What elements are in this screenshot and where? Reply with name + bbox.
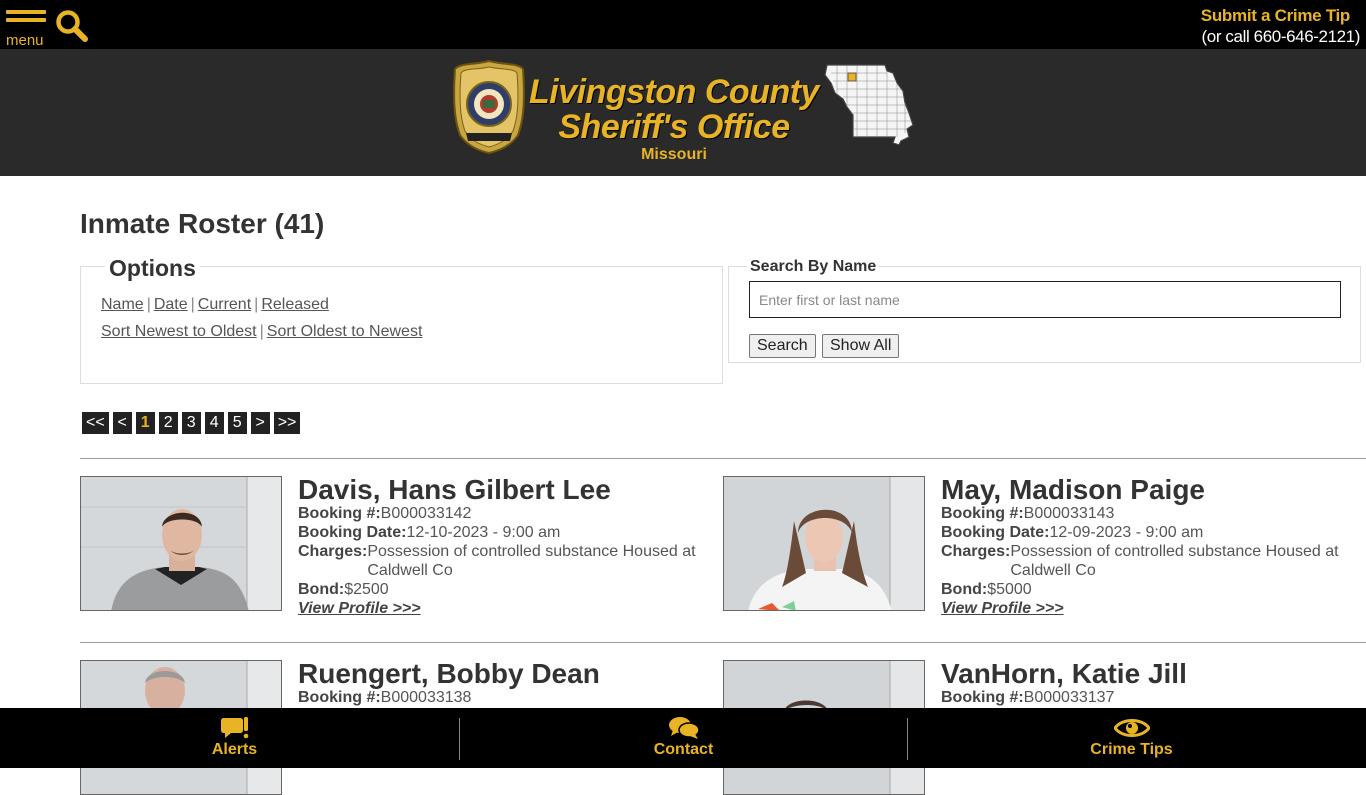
page-next[interactable]: > xyxy=(250,412,270,434)
search-legend: Search By Name xyxy=(747,258,880,276)
booking-number-label: Booking #: xyxy=(941,689,1024,706)
separator: | xyxy=(190,296,195,313)
page-3[interactable]: 3 xyxy=(181,412,201,434)
bond-row: Bond:$5000 xyxy=(941,580,1361,599)
filter-date-link[interactable]: Date xyxy=(154,296,188,313)
bond-label: Bond: xyxy=(298,581,345,598)
alerts-label: Alerts xyxy=(211,741,258,758)
menu-icon-bar xyxy=(6,18,46,22)
inmate-info: Ruengert, Bobby Dean Booking #:B00003313… xyxy=(298,660,718,707)
booking-date-row: Booking Date:12-09-2023 - 9:00 am xyxy=(941,523,1361,542)
title-line-office: Sheriff's Office xyxy=(558,108,790,146)
search-input[interactable] xyxy=(749,281,1341,318)
view-profile-link[interactable]: View Profile >>> xyxy=(941,599,1361,618)
crime-tips-nav-button[interactable]: Crime Tips xyxy=(907,708,1356,768)
inmate-photo[interactable] xyxy=(80,476,282,611)
charges: Possession of controlled substance House… xyxy=(1010,543,1339,579)
title-state: Missouri xyxy=(641,146,707,163)
page-title: Inmate Roster (41) xyxy=(80,208,325,239)
booking-number-row: Booking #:B000033142 xyxy=(298,504,718,523)
search-panel: Search By Name Search Show All xyxy=(728,258,1361,363)
inmate-name[interactable]: VanHorn, Katie Jill xyxy=(941,660,1361,688)
menu-button[interactable]: menu xyxy=(6,10,48,49)
page-2[interactable]: 2 xyxy=(158,412,178,434)
booking-date-row: Booking Date:12-10-2023 - 9:00 am xyxy=(298,523,718,542)
booking-date-label: Booking Date: xyxy=(298,524,407,541)
divider xyxy=(80,458,1366,459)
options-legend: Options xyxy=(105,255,200,282)
booking-date: 12-10-2023 - 9:00 am xyxy=(406,524,561,541)
filter-released-link[interactable]: Released xyxy=(261,296,329,313)
sort-newest-link[interactable]: Sort Newest to Oldest xyxy=(101,323,257,340)
inmate-info: Davis, Hans Gilbert Lee Booking #:B00003… xyxy=(298,476,718,618)
sheriff-badge-logo[interactable] xyxy=(452,59,526,155)
top-bar: menu Submit a Crime Tip (or call 660-646… xyxy=(0,0,1366,49)
crime-tips-label: Crime Tips xyxy=(1090,741,1173,758)
page-last[interactable]: >> xyxy=(273,412,301,434)
bond: $5000 xyxy=(987,581,1032,598)
bond: $2500 xyxy=(344,581,389,598)
charges-row: Charges: Possession of controlled substan… xyxy=(298,542,718,580)
page-1[interactable]: 1 xyxy=(135,412,155,434)
view-profile-link[interactable]: View Profile >>> xyxy=(298,599,718,618)
booking-number: B000033142 xyxy=(380,505,472,522)
search-button[interactable]: Search xyxy=(749,334,816,358)
booking-number: B000033137 xyxy=(1023,689,1115,706)
site-title[interactable]: Livingston County Sheriff's Office Misso… xyxy=(528,75,820,164)
filter-current-link[interactable]: Current xyxy=(198,296,251,313)
menu-icon xyxy=(6,10,46,14)
separator: | xyxy=(259,323,264,340)
options-panel: Options Name | Date | Current | Released Sort … xyxy=(80,255,723,384)
bond-label: Bond: xyxy=(941,581,988,598)
page-first[interactable]: << xyxy=(82,412,109,434)
charges-label: Charges: xyxy=(941,543,1011,560)
submit-crime-tip-link[interactable]: Submit a Crime Tip xyxy=(1201,6,1351,26)
filter-links: Name | Date | Current | Released xyxy=(101,296,329,314)
tip-phone-text: (or call 660-646-2121) xyxy=(1201,27,1361,46)
inmate-name[interactable]: Davis, Hans Gilbert Lee xyxy=(298,476,718,504)
page-5[interactable]: 5 xyxy=(227,412,247,434)
show-all-button[interactable]: Show All xyxy=(822,334,900,358)
charges-label: Charges: xyxy=(298,543,368,560)
booking-number-row: Booking #:B000033143 xyxy=(941,504,1361,523)
page-prev[interactable]: < xyxy=(112,412,132,434)
inmate-info: VanHorn, Katie Jill Booking #:B000033137 xyxy=(941,660,1361,707)
alerts-nav-button[interactable]: Alerts xyxy=(10,708,459,768)
pagination: << < 1 2 3 4 5 > >> xyxy=(82,412,301,434)
booking-number-row: Booking #:B000033137 xyxy=(941,688,1361,707)
separator: | xyxy=(254,296,259,313)
booking-number: B000033143 xyxy=(1023,505,1115,522)
crime-tip-area: Submit a Crime Tip (or call 660-646-2121… xyxy=(1201,6,1361,47)
separator: | xyxy=(146,296,151,313)
page-4[interactable]: 4 xyxy=(204,412,224,434)
inmate-name[interactable]: Ruengert, Bobby Dean xyxy=(298,660,718,688)
booking-number-row: Booking #:B000033138 xyxy=(298,688,718,707)
booking-number-label: Booking #: xyxy=(298,505,381,522)
booking-number-label: Booking #: xyxy=(298,689,381,706)
inmate-photo[interactable] xyxy=(723,476,925,611)
filter-name-link[interactable]: Name xyxy=(101,296,144,313)
bond-row: Bond:$2500 xyxy=(298,580,718,599)
sort-links: Sort Newest to Oldest | Sort Oldest to New… xyxy=(101,323,422,341)
menu-label: menu xyxy=(6,32,44,49)
booking-number: B000033138 xyxy=(380,689,472,706)
divider xyxy=(80,642,1366,643)
charges-row: Charges: Possession of controlled substan… xyxy=(941,542,1361,580)
site-header: Livingston County Sheriff's Office Misso… xyxy=(0,49,1366,176)
title-line-county: Livingston County xyxy=(529,73,819,111)
sort-oldest-link[interactable]: Sort Oldest to Newest xyxy=(267,323,423,340)
charges: Possession of controlled substance House… xyxy=(367,543,696,579)
inmate-name[interactable]: May, Madison Paige xyxy=(941,476,1361,504)
booking-date: 12-09-2023 - 9:00 am xyxy=(1049,524,1204,541)
booking-number-label: Booking #: xyxy=(941,505,1024,522)
contact-label: Contact xyxy=(653,741,714,758)
search-icon[interactable] xyxy=(55,9,89,43)
contact-nav-button[interactable]: Contact xyxy=(459,708,908,768)
missouri-map-icon xyxy=(823,63,915,146)
inmate-info: May, Madison Paige Booking #:B000033143 … xyxy=(941,476,1361,618)
booking-date-label: Booking Date: xyxy=(941,524,1050,541)
bottom-nav: Alerts Contact Crime Tips xyxy=(0,708,1366,768)
